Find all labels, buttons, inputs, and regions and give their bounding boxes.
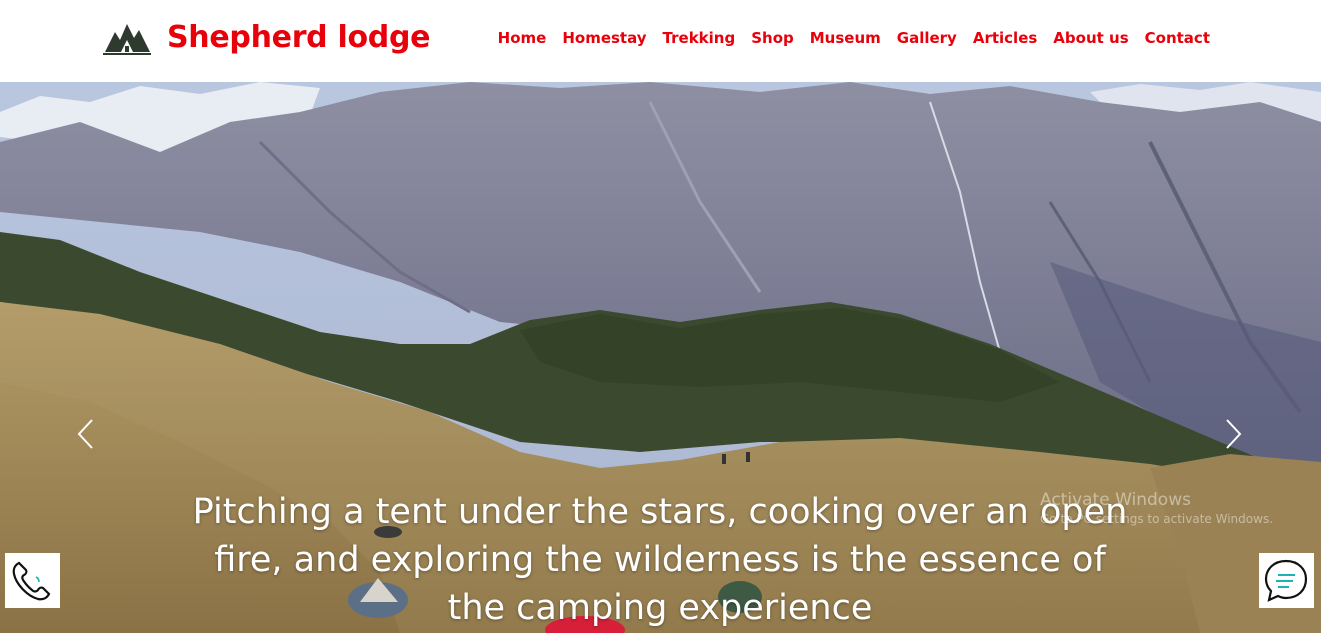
phone-icon bbox=[12, 561, 51, 601]
watermark-line-1: Activate Windows bbox=[1040, 490, 1191, 510]
nav-shop[interactable]: Shop bbox=[751, 26, 794, 50]
hero-caption: Pitching a tent under the stars, cooking… bbox=[192, 492, 1128, 628]
chat-icon bbox=[1264, 559, 1308, 602]
hero-slider: Pitching a tent under the stars, cooking… bbox=[0, 82, 1321, 633]
nav-gallery[interactable]: Gallery bbox=[897, 26, 957, 50]
nav-home[interactable]: Home bbox=[498, 26, 547, 50]
phone-call-button[interactable] bbox=[5, 553, 60, 608]
nav-articles[interactable]: Articles bbox=[973, 26, 1037, 50]
site-header: Shepherd lodge Home Homestay Trekking Sh… bbox=[0, 0, 1321, 82]
nav-museum[interactable]: Museum bbox=[810, 26, 881, 50]
nav-contact[interactable]: Contact bbox=[1145, 26, 1210, 50]
brand-name[interactable]: Shepherd lodge bbox=[167, 18, 431, 58]
activate-windows-watermark: Activate Windows Go to PC settings to ac… bbox=[1040, 489, 1273, 527]
nav-about-us[interactable]: About us bbox=[1053, 26, 1128, 50]
chevron-right-icon[interactable] bbox=[1221, 417, 1245, 451]
chat-button[interactable] bbox=[1259, 553, 1314, 608]
watermark-line-2: Go to PC settings to activate Windows. bbox=[1040, 512, 1274, 526]
nav-trekking[interactable]: Trekking bbox=[663, 26, 736, 50]
nav-homestay[interactable]: Homestay bbox=[562, 26, 646, 50]
mountain-house-logo-icon[interactable] bbox=[101, 18, 153, 58]
main-nav: Home Homestay Trekking Shop Museum Galle… bbox=[498, 26, 1210, 50]
chevron-left-icon[interactable] bbox=[74, 417, 98, 451]
